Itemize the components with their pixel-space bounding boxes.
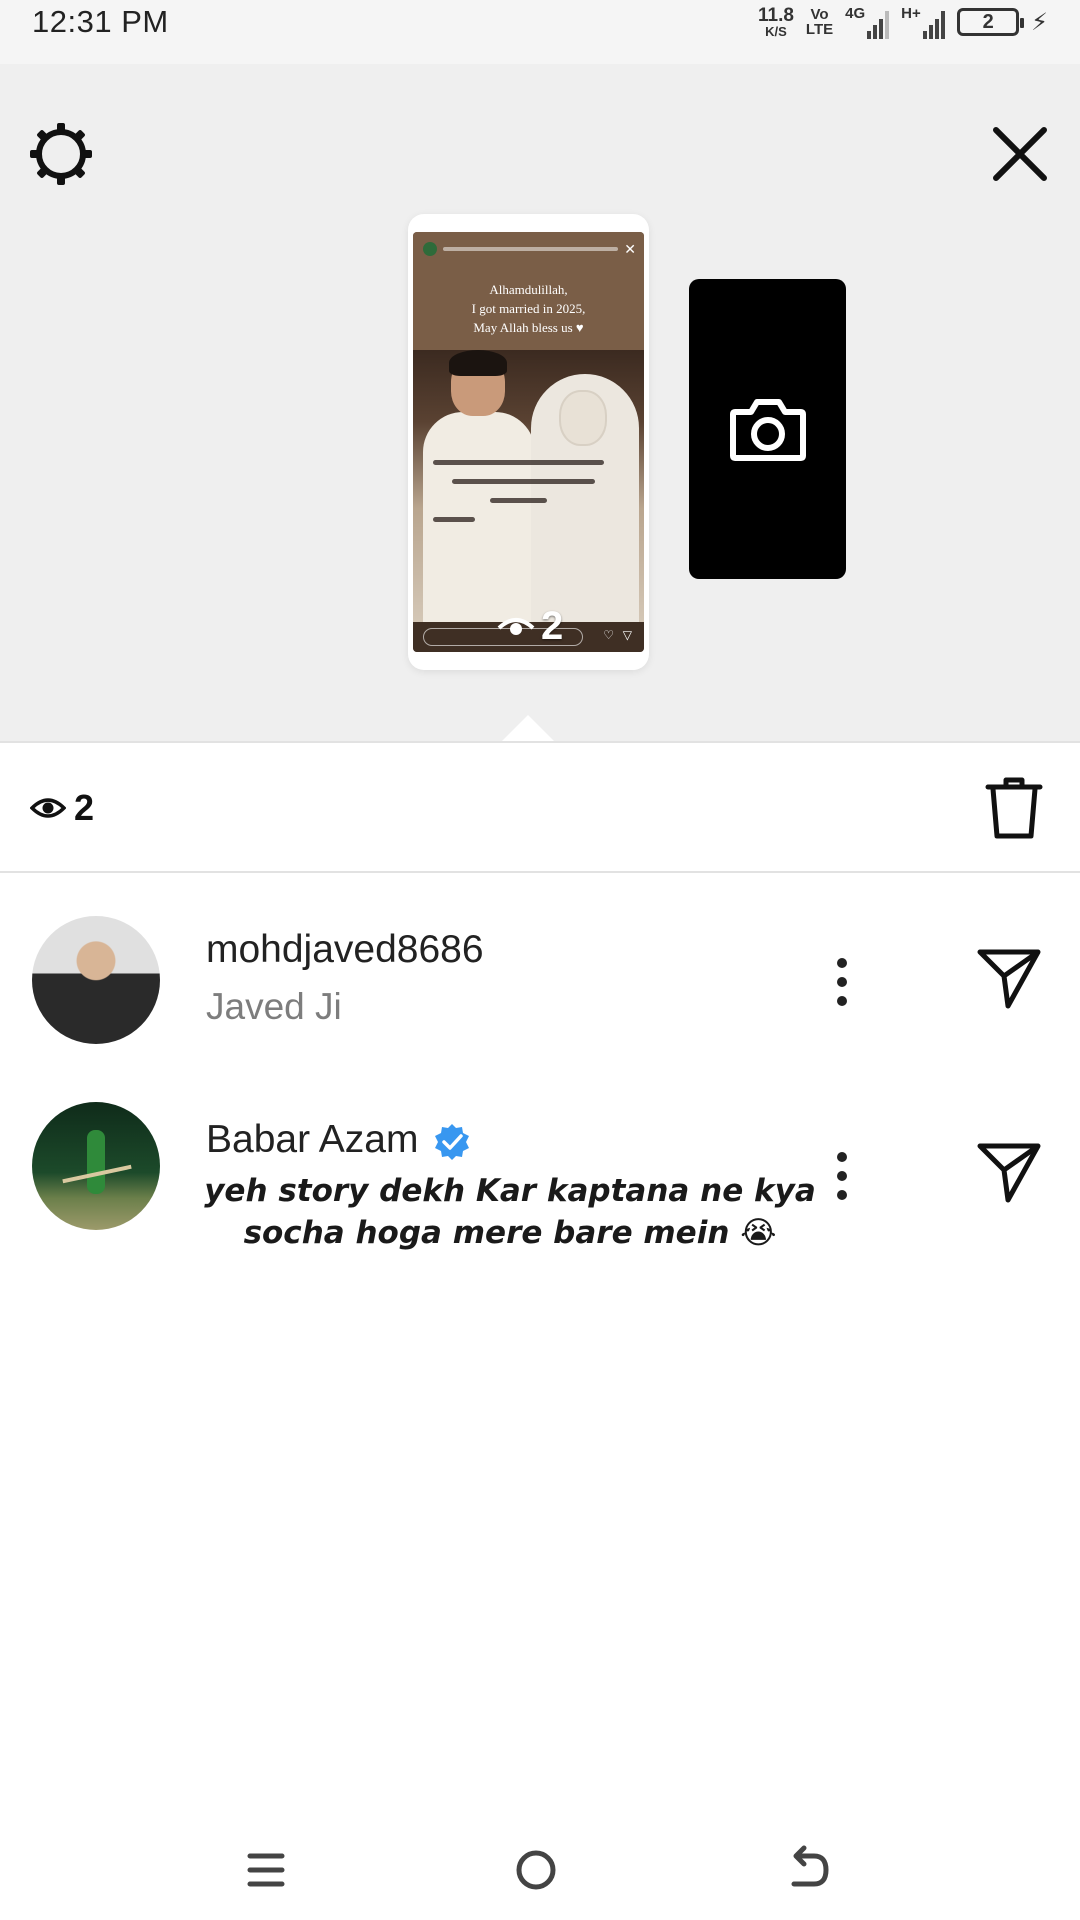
volte-bottom: LTE xyxy=(805,21,834,38)
back-icon xyxy=(791,1845,829,1887)
camera-icon xyxy=(730,399,806,461)
status-bar: 12:31 PM 11.8 K/S Vo LTE 4G H+ 2 ⚡ xyxy=(0,0,1080,64)
send-icon xyxy=(977,949,1041,1009)
send-icon xyxy=(977,1143,1041,1203)
story-image: ✕ Alhamdulillah, I got married in 2025, … xyxy=(413,232,644,652)
network-speed-unit: K/S xyxy=(765,24,787,39)
avatar[interactable] xyxy=(32,1102,160,1230)
network-speed-value: 11.8 xyxy=(757,5,794,26)
delete-story-button[interactable] xyxy=(984,775,1044,841)
signal-icon-sim2: H+ xyxy=(901,5,946,39)
status-time: 12:31 PM xyxy=(32,4,169,39)
overlay-caption: yeh story dekh Kar kaptana ne kya socha … xyxy=(204,1173,816,1251)
volte-indicator: Vo LTE xyxy=(806,7,833,37)
viewer-username: Babar Azam xyxy=(206,1118,472,1162)
verified-badge-icon xyxy=(435,1123,470,1160)
story-caption: Alhamdulillah, I got married in 2025, Ma… xyxy=(471,282,586,335)
sim1-network-label: 4G xyxy=(845,5,866,22)
send-message-button[interactable] xyxy=(976,946,1042,1012)
close-icon xyxy=(993,127,1047,181)
avatar[interactable] xyxy=(32,916,160,1044)
menu-icon xyxy=(247,1853,285,1887)
viewer-display-name: Javed Ji xyxy=(206,986,342,1027)
home-button[interactable] xyxy=(506,1840,566,1900)
system-nav-bar xyxy=(0,1820,1080,1920)
back-button[interactable] xyxy=(778,1840,838,1900)
story-thumbnail[interactable]: ✕ Alhamdulillah, I got married in 2025, … xyxy=(408,214,649,670)
home-icon xyxy=(516,1850,556,1890)
battery-icon: 2 xyxy=(957,8,1025,36)
charging-icon: ⚡ xyxy=(1031,8,1048,36)
sim2-network-label: H+ xyxy=(901,5,921,22)
close-button[interactable] xyxy=(988,122,1052,186)
settings-button[interactable] xyxy=(26,119,96,189)
menu-button[interactable] xyxy=(236,1840,296,1900)
viewer-count-value: 2 xyxy=(74,787,95,828)
trash-icon xyxy=(985,777,1043,839)
viewer-username: mohdjaved8686 xyxy=(206,928,484,971)
signal-icon: 4G xyxy=(845,5,890,39)
wedding-photo xyxy=(413,350,644,652)
selection-pointer xyxy=(500,715,556,743)
volte-top: Vo xyxy=(810,6,829,23)
add-story-camera-button[interactable] xyxy=(689,279,846,579)
send-message-button[interactable] xyxy=(976,1140,1042,1206)
network-speed: 11.8 K/S xyxy=(758,6,794,38)
viewer-count: 2 xyxy=(30,787,94,829)
story-view-count: 2 xyxy=(497,606,563,646)
more-options-button[interactable] xyxy=(822,952,862,1012)
eye-icon xyxy=(30,798,66,818)
gear-icon xyxy=(30,123,92,185)
battery-level: 2 xyxy=(982,10,994,33)
story-preview-area: ✕ Alhamdulillah, I got married in 2025, … xyxy=(0,64,1080,743)
eye-icon xyxy=(497,618,535,635)
story-stats-bar: 2 xyxy=(0,741,1080,873)
status-icons: 11.8 K/S Vo LTE 4G H+ 2 ⚡ xyxy=(758,2,1048,42)
viewer-row[interactable]: mohdjaved8686 Javed Ji xyxy=(0,906,1080,1056)
